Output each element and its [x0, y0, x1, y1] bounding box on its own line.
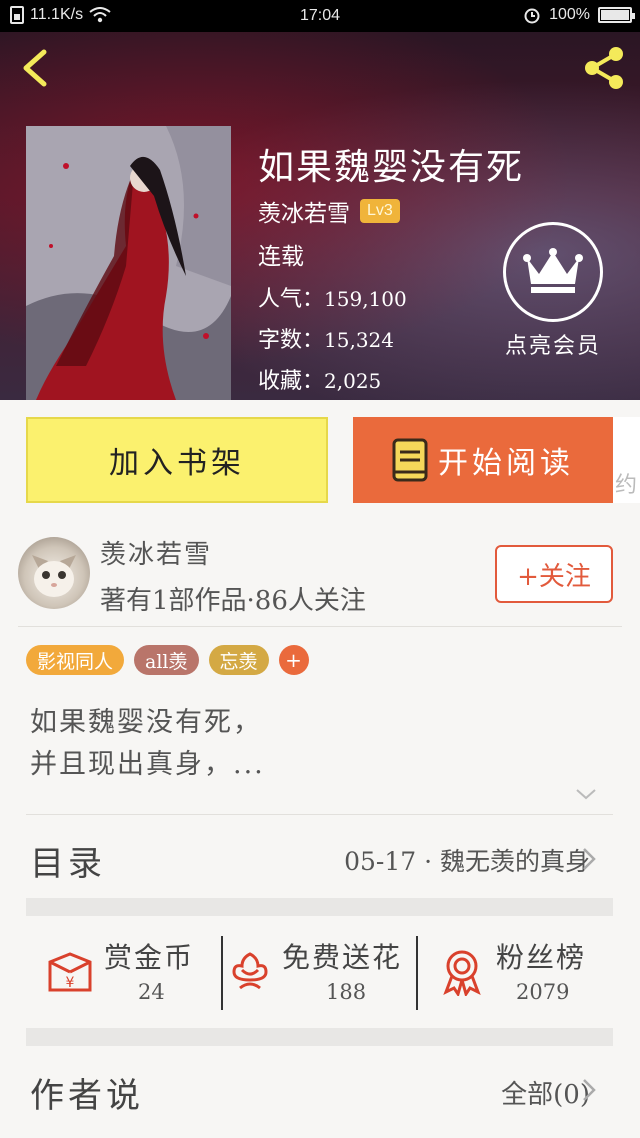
description-line: 并且现出真身，... [30, 749, 265, 780]
fans-ranking-value: 2079 [516, 980, 570, 1004]
section-gap [26, 1028, 613, 1046]
red-envelope-icon: ¥ [48, 952, 92, 992]
favorites-label: 收藏： [258, 369, 325, 394]
desc-divider [26, 814, 613, 815]
reward-coins-label: 赏金币 [104, 941, 195, 974]
section-gap [26, 898, 613, 916]
avatar[interactable] [18, 537, 90, 609]
add-to-shelf-label: 加入书架 [109, 446, 245, 481]
author-says-all-link: 全部(0) [501, 1080, 590, 1110]
level-badge: Lv3 [360, 199, 400, 223]
tag-chip[interactable]: all羡 [134, 645, 199, 675]
tag-list: 影视同人 all羡 忘羡 + [26, 645, 309, 675]
cat-avatar-image [32, 555, 76, 597]
start-reading-button[interactable]: 开始阅读 [353, 417, 613, 503]
battery-percent: 100% [549, 6, 590, 23]
serial-status: 连载 [258, 244, 304, 270]
svg-text:¥: ¥ [66, 975, 75, 991]
book-cover[interactable] [26, 126, 231, 400]
crown-icon [523, 248, 583, 293]
status-bar: 11.1K/s 17:04 100% [0, 0, 640, 32]
words-label: 字数： [258, 328, 325, 353]
share-icon[interactable] [580, 44, 628, 92]
chevron-right-icon [583, 1079, 596, 1101]
add-tag-button[interactable]: + [278, 645, 309, 675]
add-to-shelf-button[interactable]: 加入书架 [26, 417, 328, 503]
vip-badge [503, 222, 603, 322]
cover-illustration [26, 126, 231, 400]
stats-separator [416, 936, 418, 1010]
author-meta: 著有1部作品·86人关注 [100, 586, 366, 616]
expand-chevron-icon[interactable] [574, 786, 598, 802]
book-author[interactable]: 羡冰若雪 [258, 194, 350, 228]
author-says-label: 作者说 [30, 1076, 144, 1116]
popularity-value: 159,100 [324, 287, 407, 311]
tag-chip[interactable]: 影视同人 [26, 645, 125, 675]
reward-coins-value: 24 [138, 980, 165, 1004]
vip-label: 点亮会员 [504, 334, 601, 359]
toc-latest-chapter: 05-17 · 魏无羡的真身 [344, 847, 590, 876]
fans-ranking-label: 粉丝榜 [496, 941, 587, 974]
follow-button[interactable]: +关注 [495, 545, 613, 603]
book-author-row: 羡冰若雪 Lv3 [258, 194, 400, 228]
favorites-value: 2,025 [324, 369, 382, 393]
fans-ranking-item[interactable]: 粉丝榜 2079 [440, 936, 600, 1010]
reward-coins-item[interactable]: ¥ 赏金币 24 [46, 936, 216, 1010]
start-reading-label: 开始阅读 [438, 446, 574, 481]
description-line: 如果魏婴没有死， [30, 707, 262, 738]
words-stat: 字数：15,324 [258, 322, 394, 354]
book-description[interactable]: 如果魏婴没有死， 并且现出真身，... [30, 702, 265, 786]
flower-icon [232, 952, 268, 990]
book-icon [392, 438, 428, 482]
free-flowers-item[interactable]: 免费送花 188 [230, 936, 416, 1010]
tag-chip[interactable]: 忘羡 [208, 645, 269, 675]
author-divider [18, 626, 622, 627]
alarm-icon [524, 8, 540, 24]
popularity-stat: 人气：159,100 [258, 281, 407, 313]
author-name[interactable]: 羡冰若雪 [100, 534, 212, 571]
popularity-label: 人气： [258, 287, 325, 312]
favorites-stat: 收藏：2,025 [258, 363, 381, 395]
back-arrow-icon[interactable] [16, 46, 56, 90]
free-flowers-label: 免费送花 [282, 941, 403, 974]
toc-label: 目录 [30, 844, 106, 884]
follow-label: +关注 [517, 561, 591, 592]
free-flowers-value: 188 [326, 980, 367, 1004]
battery-icon [598, 7, 635, 23]
peek-text: 约 [615, 473, 638, 498]
words-value: 15,324 [324, 328, 394, 352]
chevron-right-icon [583, 848, 596, 870]
vip-button[interactable]: 点亮会员 [498, 222, 608, 360]
stats-separator [221, 936, 223, 1010]
book-header: 如果魏婴没有死 羡冰若雪 Lv3 连载 人气：159,100 字数：15,324… [0, 32, 640, 400]
peek-panel: 约 [613, 417, 640, 503]
status-right: 100% [523, 6, 635, 24]
book-title: 如果魏婴没有死 [258, 147, 525, 188]
ribbon-medal-icon [443, 950, 481, 996]
